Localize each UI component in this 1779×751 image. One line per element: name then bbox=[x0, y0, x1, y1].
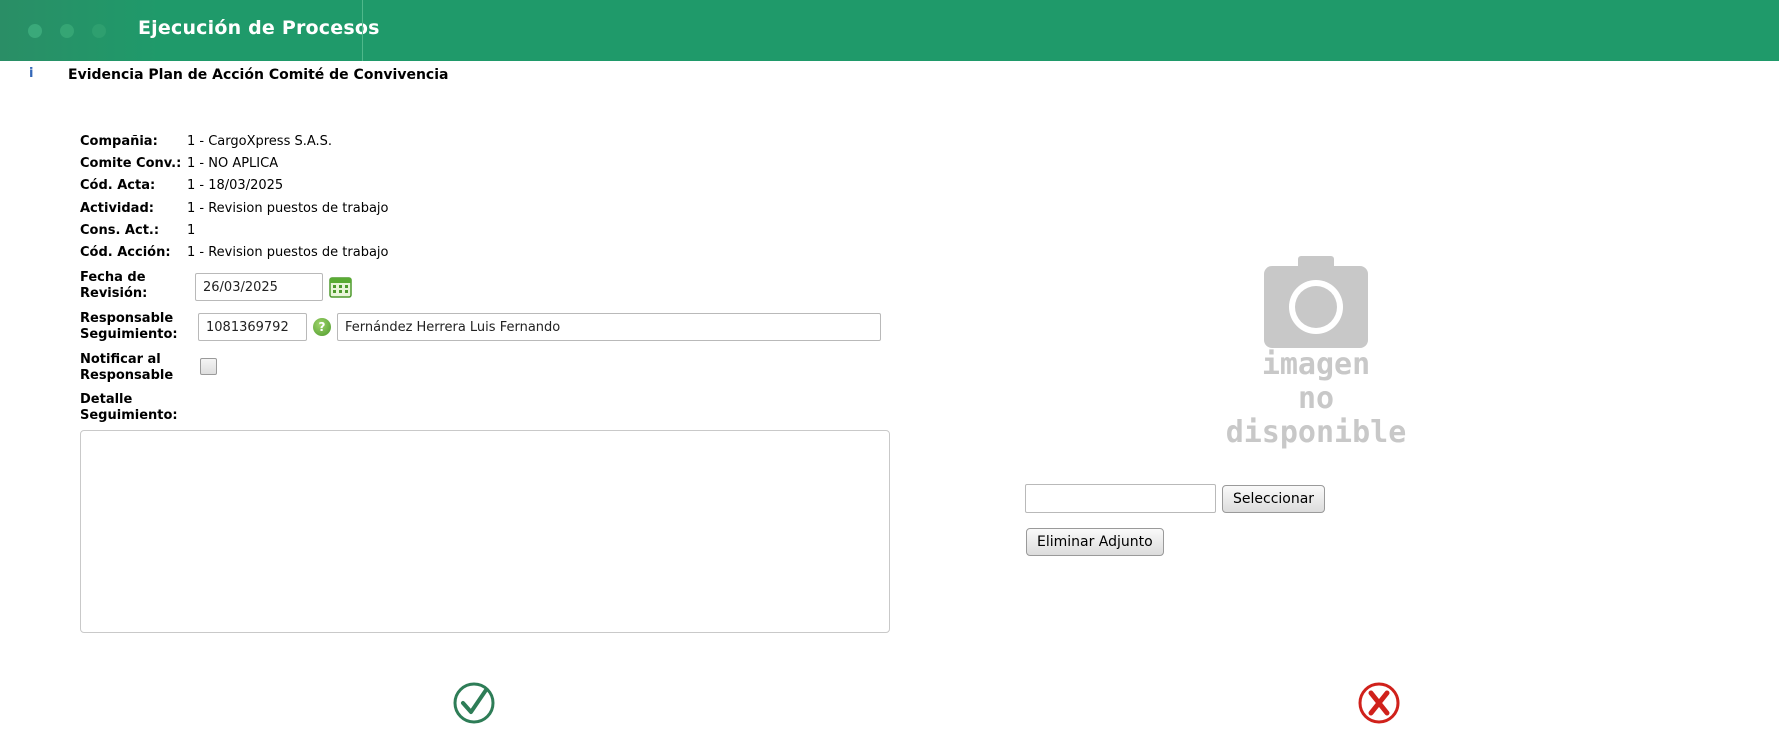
window-dot-icon bbox=[92, 24, 106, 38]
app-header: Ejecución de Procesos bbox=[0, 0, 1779, 61]
info-value: 1 - Revision puestos de trabajo bbox=[187, 201, 389, 216]
window-dot-icon bbox=[60, 24, 74, 38]
info-label: Compañia: bbox=[80, 134, 158, 149]
info-value: 1 - CargoXpress S.A.S. bbox=[187, 134, 333, 149]
fecha-revision-input[interactable] bbox=[195, 273, 323, 301]
info-label: Cód. Acta: bbox=[80, 178, 156, 193]
info-value: 1 - NO APLICA bbox=[187, 156, 279, 171]
page-title: Evidencia Plan de Acción Comité de Convi… bbox=[68, 67, 449, 83]
notificar-checkbox[interactable] bbox=[200, 358, 217, 375]
info-icon: ⅰ bbox=[29, 66, 34, 81]
calendar-icon[interactable] bbox=[329, 276, 352, 298]
image-placeholder: imagen no disponible bbox=[1206, 256, 1426, 450]
check-circle-icon[interactable] bbox=[452, 681, 496, 725]
select-file-button[interactable]: Seleccionar bbox=[1222, 485, 1326, 513]
info-label: Actividad: bbox=[80, 201, 154, 216]
info-value: 1 bbox=[187, 223, 196, 238]
placeholder-line2: no disponible bbox=[1225, 381, 1407, 450]
fecha-revision-label: Fecha de Revisión: bbox=[80, 270, 148, 301]
x-circle-icon[interactable] bbox=[1357, 681, 1401, 725]
info-value: 1 - 18/03/2025 bbox=[187, 178, 284, 193]
placeholder-line1: imagen bbox=[1261, 347, 1371, 382]
file-path-input[interactable] bbox=[1025, 484, 1216, 513]
detalle-textarea[interactable] bbox=[80, 430, 890, 633]
info-label: Cód. Acción: bbox=[80, 245, 171, 260]
responsable-name-input[interactable] bbox=[337, 313, 881, 341]
notificar-label: Notificar al Responsable bbox=[80, 352, 174, 383]
lookup-help-icon[interactable]: ? bbox=[313, 318, 331, 336]
camera-icon bbox=[1264, 256, 1368, 348]
info-value: 1 - Revision puestos de trabajo bbox=[187, 245, 389, 260]
header-divider bbox=[362, 0, 363, 61]
delete-attachment-button[interactable]: Eliminar Adjunto bbox=[1026, 528, 1164, 556]
app-title: Ejecución de Procesos bbox=[138, 17, 380, 39]
window-dot-icon bbox=[28, 24, 42, 38]
responsable-id-input[interactable] bbox=[198, 313, 307, 341]
detalle-label: Detalle Seguimiento: bbox=[80, 392, 178, 423]
info-label: Cons. Act.: bbox=[80, 223, 160, 238]
responsable-label: Responsable Seguimiento: bbox=[80, 311, 178, 342]
info-label: Comite Conv.: bbox=[80, 156, 182, 171]
